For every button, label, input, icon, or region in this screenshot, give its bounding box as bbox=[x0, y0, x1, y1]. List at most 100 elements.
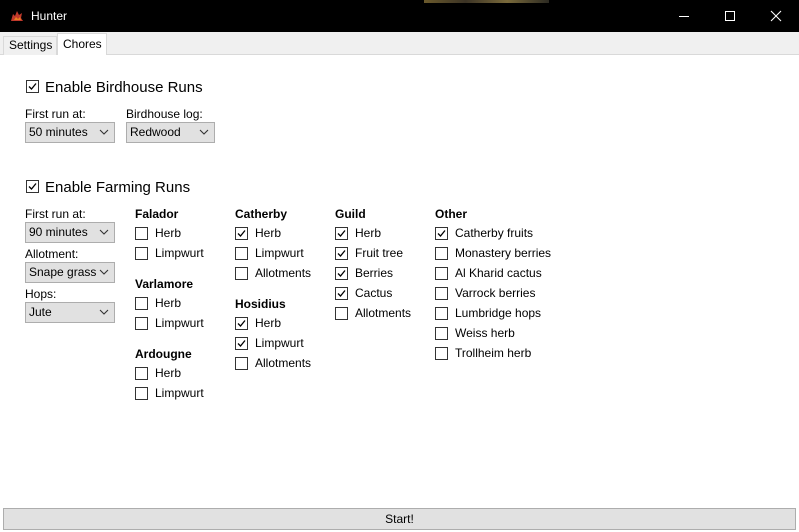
guild-berries-checkbox[interactable] bbox=[335, 267, 348, 280]
window-title: Hunter bbox=[31, 9, 68, 23]
ardougne-limpwurt-label: Limpwurt bbox=[155, 386, 204, 400]
other-al-kharid-cactus-checkbox[interactable] bbox=[435, 267, 448, 280]
falador-limpwurt-label: Limpwurt bbox=[155, 246, 204, 260]
title-bar-background-art bbox=[424, 0, 549, 3]
checkmark-icon bbox=[237, 320, 246, 327]
hosidius-herb-checkbox[interactable] bbox=[235, 317, 248, 330]
group-title-guild: Guild bbox=[335, 207, 366, 221]
close-icon bbox=[770, 10, 782, 22]
app-logo-icon bbox=[11, 11, 23, 21]
tab-settings[interactable]: Settings bbox=[3, 36, 57, 55]
hops-value: Jute bbox=[29, 305, 52, 319]
hosidius-allotments-label: Allotments bbox=[255, 356, 312, 370]
guild-fruit-tree-checkbox[interactable] bbox=[335, 247, 348, 260]
hosidius-limpwurt-label: Limpwurt bbox=[255, 336, 304, 350]
other-weiss-herb-label: Weiss herb bbox=[455, 326, 515, 340]
other-monastery-berries-checkbox[interactable] bbox=[435, 247, 448, 260]
birdhouse-first-run-value: 50 minutes bbox=[29, 125, 88, 139]
guild-allotments-checkbox[interactable] bbox=[335, 307, 348, 320]
falador-herb-checkbox[interactable] bbox=[135, 227, 148, 240]
guild-fruit-tree-label: Fruit tree bbox=[355, 246, 404, 260]
guild-cactus-checkbox[interactable] bbox=[335, 287, 348, 300]
allotment-label: Allotment: bbox=[25, 247, 79, 261]
tab-chores[interactable]: Chores bbox=[57, 33, 107, 56]
checkmark-icon bbox=[28, 83, 37, 90]
hosidius-limpwurt-checkbox[interactable] bbox=[235, 337, 248, 350]
group-title-other: Other bbox=[435, 207, 468, 221]
checkmark-icon bbox=[337, 230, 346, 237]
birdhouse-first-run-select[interactable]: 50 minutes bbox=[25, 122, 115, 143]
maximize-button[interactable] bbox=[707, 0, 753, 32]
varlamore-herb-label: Herb bbox=[155, 296, 182, 310]
maximize-icon bbox=[725, 11, 735, 21]
catherby-allotments-label: Allotments bbox=[255, 266, 312, 280]
checkmark-icon bbox=[28, 183, 37, 190]
hops-select[interactable]: Jute bbox=[25, 302, 115, 323]
catherby-herb-label: Herb bbox=[255, 226, 282, 240]
minimize-button[interactable] bbox=[661, 0, 707, 32]
checkmark-icon bbox=[337, 290, 346, 297]
chevron-down-icon bbox=[99, 129, 109, 135]
chevron-down-icon bbox=[99, 229, 109, 235]
close-button[interactable] bbox=[753, 0, 799, 32]
checkmark-icon bbox=[237, 340, 246, 347]
guild-herb-label: Herb bbox=[355, 226, 382, 240]
guild-berries-label: Berries bbox=[355, 266, 394, 280]
group-title-hosidius: Hosidius bbox=[235, 297, 286, 311]
checkmark-icon bbox=[337, 250, 346, 257]
farming-enable-label: Enable Farming Runs bbox=[45, 179, 191, 196]
birdhouse-log-value: Redwood bbox=[130, 125, 181, 139]
ardougne-herb-label: Herb bbox=[155, 366, 182, 380]
chevron-down-icon bbox=[99, 269, 109, 275]
other-varrock-berries-checkbox[interactable] bbox=[435, 287, 448, 300]
birdhouse-log-label: Birdhouse log: bbox=[126, 107, 203, 121]
catherby-limpwurt-label: Limpwurt bbox=[255, 246, 304, 260]
start-button[interactable]: Start! bbox=[3, 508, 796, 530]
chevron-down-icon bbox=[199, 129, 209, 135]
birdhouse-log-select[interactable]: Redwood bbox=[126, 122, 215, 143]
hosidius-herb-label: Herb bbox=[255, 316, 282, 330]
catherby-allotments-checkbox[interactable] bbox=[235, 267, 248, 280]
birdhouse-enable-checkbox[interactable] bbox=[26, 80, 39, 93]
title-bar[interactable]: Hunter bbox=[0, 0, 799, 32]
ardougne-limpwurt-checkbox[interactable] bbox=[135, 387, 148, 400]
falador-herb-label: Herb bbox=[155, 226, 182, 240]
other-al-kharid-cactus-label: Al Kharid cactus bbox=[455, 266, 542, 280]
allotment-select[interactable]: Snape grass bbox=[25, 262, 115, 283]
varlamore-herb-checkbox[interactable] bbox=[135, 297, 148, 310]
farming-enable-checkbox[interactable] bbox=[26, 180, 39, 193]
other-lumbridge-hops-label: Lumbridge hops bbox=[455, 306, 542, 320]
farming-first-run-select[interactable]: 90 minutes bbox=[25, 222, 115, 243]
other-varrock-berries-label: Varrock berries bbox=[455, 286, 536, 300]
varlamore-limpwurt-label: Limpwurt bbox=[155, 316, 204, 330]
catherby-herb-checkbox[interactable] bbox=[235, 227, 248, 240]
falador-limpwurt-checkbox[interactable] bbox=[135, 247, 148, 260]
other-trollheim-herb-checkbox[interactable] bbox=[435, 347, 448, 360]
tab-strip: Settings Chores bbox=[0, 32, 799, 56]
checkmark-icon bbox=[437, 230, 446, 237]
group-title-varlamore: Varlamore bbox=[135, 277, 194, 291]
other-lumbridge-hops-checkbox[interactable] bbox=[435, 307, 448, 320]
group-title-catherby: Catherby bbox=[235, 207, 288, 221]
allotment-value: Snape grass bbox=[29, 265, 97, 279]
birdhouse-first-run-label: First run at: bbox=[25, 107, 86, 121]
farming-first-run-label: First run at: bbox=[25, 207, 86, 221]
chores-panel: Enable Birdhouse Runs First run at: 50 m… bbox=[0, 55, 799, 507]
guild-allotments-label: Allotments bbox=[355, 306, 412, 320]
varlamore-limpwurt-checkbox[interactable] bbox=[135, 317, 148, 330]
group-title-ardougne: Ardougne bbox=[135, 347, 192, 361]
checkmark-icon bbox=[237, 230, 246, 237]
hosidius-allotments-checkbox[interactable] bbox=[235, 357, 248, 370]
guild-herb-checkbox[interactable] bbox=[335, 227, 348, 240]
other-catherby-fruits-checkbox[interactable] bbox=[435, 227, 448, 240]
other-monastery-berries-label: Monastery berries bbox=[455, 246, 552, 260]
chevron-down-icon bbox=[99, 309, 109, 315]
hops-label: Hops: bbox=[25, 287, 57, 301]
ardougne-herb-checkbox[interactable] bbox=[135, 367, 148, 380]
other-weiss-herb-checkbox[interactable] bbox=[435, 327, 448, 340]
checkmark-icon bbox=[337, 270, 346, 277]
other-trollheim-herb-label: Trollheim herb bbox=[455, 346, 532, 360]
catherby-limpwurt-checkbox[interactable] bbox=[235, 247, 248, 260]
farming-first-run-value: 90 minutes bbox=[29, 225, 88, 239]
minimize-icon bbox=[679, 16, 689, 17]
